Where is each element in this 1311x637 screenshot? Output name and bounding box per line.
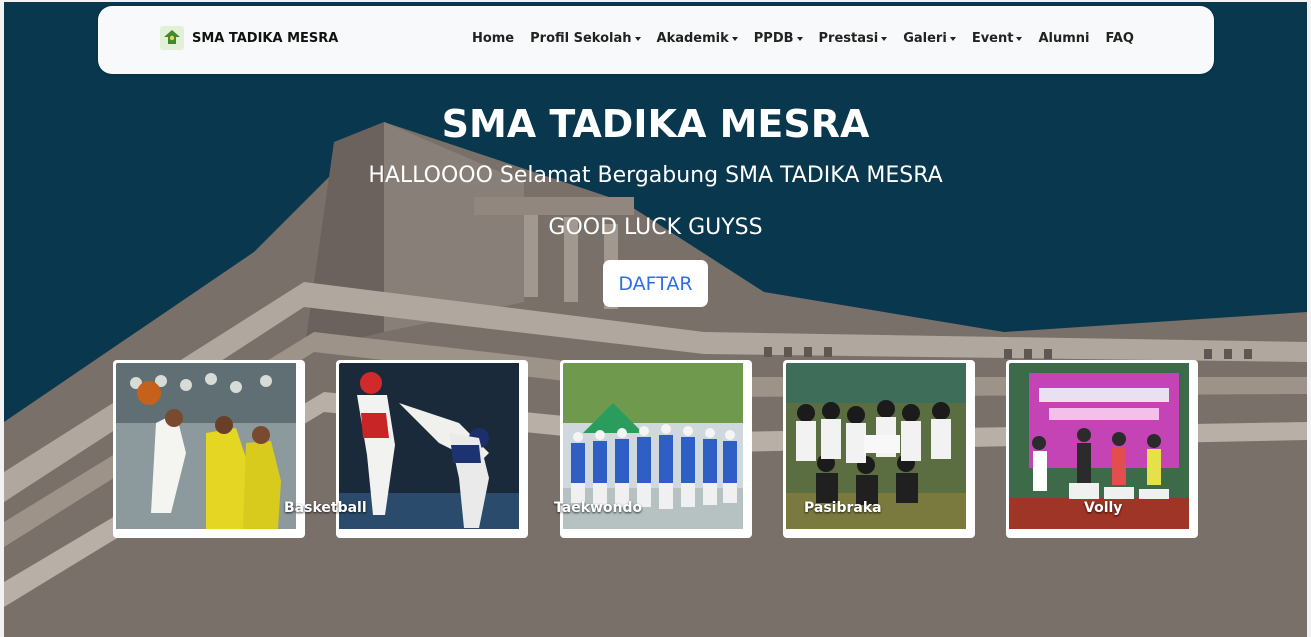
activity-label-taekwondo: Taekwondo [554, 500, 643, 516]
building-background-image [4, 2, 1307, 637]
school-emblem-icon [160, 26, 184, 50]
caret-down-icon [949, 36, 956, 41]
activity-label-volly: Volly [1084, 500, 1123, 516]
nav-akademik[interactable]: Akademik [649, 31, 746, 46]
nav-galeri[interactable]: Galeri [895, 31, 964, 46]
brand-link[interactable]: SMA TADIKA MESRA [160, 26, 338, 50]
caret-down-icon [796, 36, 803, 41]
nav-ppdb[interactable]: PPDB [746, 31, 811, 46]
nav-home[interactable]: Home [464, 31, 522, 46]
hero-section: SMA TADIKA MESRA HALLOOOO Selamat Bergab… [4, 2, 1307, 637]
activity-card-basketball[interactable] [113, 360, 305, 538]
caret-down-icon [881, 36, 888, 41]
hero-tagline: GOOD LUCK GUYSS [548, 215, 763, 240]
top-navbar: SMA TADIKA MESRA Home Profil Sekolah Aka… [98, 6, 1214, 74]
main-menu: Home Profil Sekolah Akademik PPDB Presta… [464, 31, 1142, 46]
nav-event[interactable]: Event [964, 31, 1031, 46]
caret-down-icon [1016, 36, 1023, 41]
activity-label-pasibraka: Pasibraka [804, 500, 882, 516]
nav-faq[interactable]: FAQ [1097, 31, 1142, 46]
hero-subtitle: HALLOOOO Selamat Bergabung SMA TADIKA ME… [368, 163, 943, 188]
nav-prestasi[interactable]: Prestasi [811, 31, 896, 46]
hero-title: SMA TADIKA MESRA [441, 102, 870, 146]
brand-name: SMA TADIKA MESRA [192, 30, 339, 46]
daftar-button[interactable]: DAFTAR [603, 260, 708, 307]
basketball-photo [116, 363, 302, 535]
caret-down-icon [634, 36, 641, 41]
activity-label-basketball: Basketball [284, 500, 367, 516]
nav-profil-sekolah[interactable]: Profil Sekolah [522, 31, 648, 46]
caret-down-icon [731, 36, 738, 41]
nav-alumni[interactable]: Alumni [1030, 31, 1097, 46]
